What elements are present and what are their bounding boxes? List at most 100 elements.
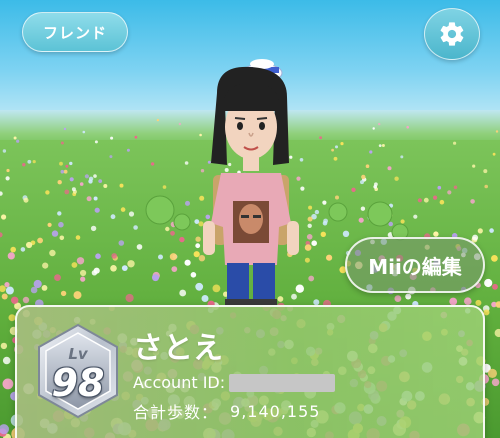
meadow-flower	[308, 205, 313, 210]
meadow-flower	[84, 174, 89, 179]
meadow-flower	[82, 130, 86, 134]
meadow-flower	[125, 293, 134, 303]
meadow-flower	[333, 156, 338, 161]
meadow-flower	[60, 290, 67, 297]
meadow-flower	[304, 244, 312, 251]
meadow-flower	[133, 225, 138, 230]
home-scene: フレンド Miiの編集 Lv 98 さとえ Account ID: 合計歩数： …	[0, 0, 500, 438]
meadow-flower	[76, 257, 85, 265]
meadow-flower	[369, 150, 373, 154]
meadow-flower	[423, 197, 429, 203]
meadow-flower	[158, 254, 163, 260]
meadow-flower	[360, 206, 366, 211]
meadow-flower	[433, 231, 439, 237]
meadow-flower	[6, 168, 10, 173]
meadow-flower	[71, 262, 78, 268]
meadow-flower	[477, 228, 483, 234]
meadow-flower	[184, 259, 191, 266]
meadow-flower	[492, 152, 496, 156]
meadow-flower	[314, 209, 320, 215]
meadow-flower	[80, 269, 87, 277]
meadow-bush	[173, 213, 191, 231]
meadow-flower	[494, 328, 500, 338]
mii-avatar[interactable]	[195, 55, 305, 305]
meadow-flower	[94, 140, 98, 144]
meadow-flower	[41, 285, 48, 291]
meadow-flower	[179, 236, 185, 243]
meadow-flower	[179, 289, 187, 297]
meadow-flower	[118, 240, 125, 246]
meadow-flower	[0, 232, 3, 238]
meadow-bush	[145, 195, 175, 225]
meadow-flower	[351, 187, 356, 192]
meadow-flower	[69, 177, 74, 182]
meadow-flower	[127, 260, 135, 268]
meadow-flower	[58, 221, 64, 228]
meadow-flower	[489, 228, 494, 233]
friend-button[interactable]: フレンド	[22, 12, 128, 52]
meadow-flower	[0, 424, 9, 435]
meadow-flower	[63, 169, 68, 174]
meadow-flower	[120, 207, 126, 212]
meadow-flower	[373, 185, 378, 189]
meadow-flower	[88, 176, 94, 181]
profile-card: Lv 98 さとえ Account ID: 合計歩数： 9,140,155	[15, 305, 485, 438]
meadow-flower	[360, 180, 364, 185]
meadow-flower	[475, 299, 482, 306]
meadow-flower	[93, 196, 98, 201]
meadow-flower	[417, 198, 422, 203]
meadow-flower	[32, 160, 36, 164]
meadow-flower	[171, 266, 178, 272]
meadow-flower	[1, 214, 7, 220]
meadow-flower	[400, 155, 404, 159]
meadow-flower	[437, 185, 442, 190]
meadow-flower	[5, 286, 14, 295]
meadow-flower	[472, 164, 476, 168]
meadow-flower	[150, 162, 155, 166]
level-number: 98	[51, 361, 105, 405]
meadow-bush	[367, 201, 393, 227]
user-name: さとえ	[133, 331, 223, 366]
meadow-flower	[110, 136, 114, 140]
meadow-flower	[170, 230, 175, 236]
meadow-flower	[394, 176, 399, 181]
meadow-flower	[47, 222, 52, 227]
meadow-flower	[51, 230, 59, 237]
meadow-flower	[319, 136, 323, 140]
meadow-flower	[185, 200, 190, 206]
meadow-flower	[487, 368, 497, 378]
meadow-flower	[59, 161, 63, 166]
meadow-flower	[156, 119, 159, 122]
meadow-flower	[73, 291, 82, 300]
meadow-flower	[335, 195, 339, 200]
meadow-flower	[491, 378, 500, 387]
meadow-flower	[308, 275, 315, 282]
meadow-flower	[30, 286, 38, 294]
meadow-flower	[365, 164, 370, 168]
meadow-flower	[90, 225, 97, 232]
mii-edit-button[interactable]: Miiの編集	[345, 237, 485, 293]
meadow-flower	[372, 127, 375, 130]
meadow-flower	[71, 187, 76, 192]
meadow-flower	[326, 254, 333, 261]
meadow-flower	[93, 174, 97, 178]
meadow-flower	[378, 122, 381, 126]
meadow-flower	[1, 293, 8, 300]
meadow-flower	[16, 139, 20, 143]
settings-button[interactable]	[424, 8, 480, 60]
meadow-flower	[69, 161, 73, 166]
meadow-flower	[134, 135, 138, 139]
meadow-flower	[42, 262, 49, 269]
meadow-flower	[335, 145, 338, 149]
meadow-flower	[491, 255, 498, 262]
meadow-flower	[11, 296, 19, 304]
meadow-flower	[484, 184, 489, 189]
meadow-flower	[26, 241, 33, 249]
meadow-flower	[22, 163, 26, 167]
meadow-flower	[470, 199, 475, 204]
meadow-flower	[433, 195, 438, 200]
meadow-flower	[63, 127, 67, 131]
meadow-flower	[95, 253, 101, 259]
meadow-flower	[439, 199, 445, 205]
meadow-flower	[0, 191, 3, 196]
